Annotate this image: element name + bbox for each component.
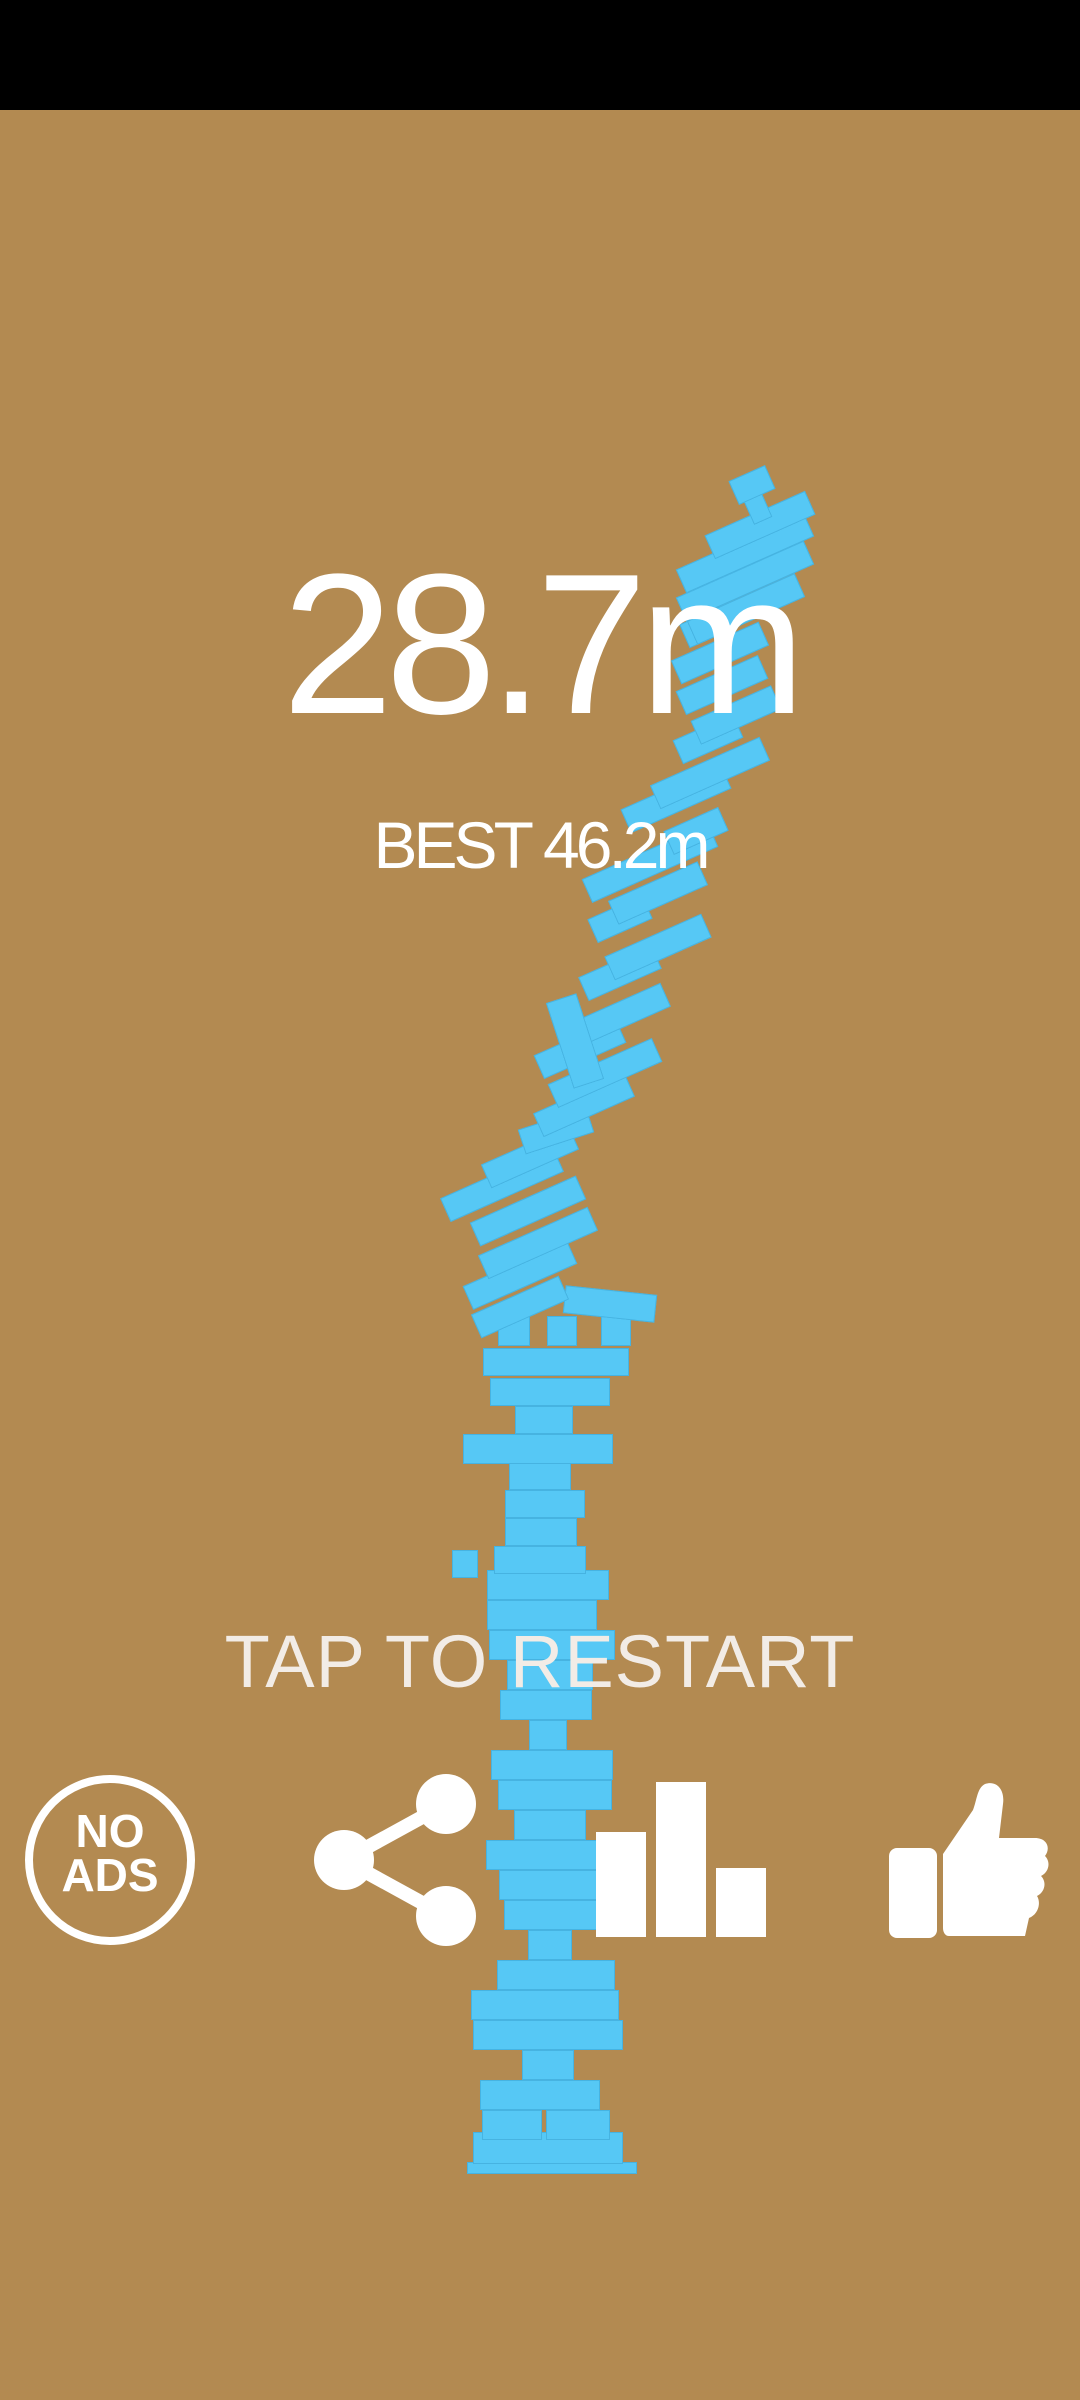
tower-block (452, 1550, 478, 1578)
tower-block (473, 2020, 623, 2050)
tower-block (480, 2080, 600, 2110)
block-tower (0, 0, 1080, 2400)
tower-block (522, 2050, 574, 2080)
current-height-score: 28.7m (282, 533, 806, 756)
tower-block (491, 1750, 613, 1780)
tower-block (494, 1546, 586, 1574)
no-ads-button[interactable]: NO ADS (25, 1775, 195, 1945)
tower-block (483, 1348, 629, 1376)
no-ads-label-line1: NO (75, 1805, 145, 1857)
tower-block (547, 1316, 577, 1346)
tower-block (546, 2110, 610, 2140)
tower-block (505, 1490, 585, 1518)
bar-chart-icon (596, 1782, 766, 1937)
tower-block (471, 1990, 619, 2020)
tower-block (482, 2110, 542, 2140)
tower-block (490, 1378, 610, 1406)
leaderboard-button[interactable] (592, 1780, 772, 1940)
tower-block (515, 1406, 573, 1434)
thumbs-up-icon (889, 1783, 1049, 1938)
tap-to-restart-prompt[interactable]: TAP TO RESTART (0, 1625, 1080, 1699)
like-button[interactable] (885, 1780, 1050, 1940)
share-icon (314, 1774, 476, 1946)
tower-block (505, 1518, 577, 1546)
share-button[interactable] (310, 1770, 480, 1950)
tower-block (528, 1930, 572, 1960)
no-ads-label-line2: ADS (61, 1849, 159, 1901)
tower-block (497, 1960, 615, 1990)
tower-block (509, 1462, 571, 1490)
tower-block (529, 1720, 567, 1750)
tower-block (463, 1434, 613, 1464)
tower-block (504, 1900, 600, 1930)
tower-block (487, 1570, 609, 1600)
tower-block (728, 464, 776, 506)
best-height-score: BEST 46.2m (373, 808, 711, 882)
tower-block (514, 1810, 586, 1840)
tower-block (601, 1316, 631, 1346)
game-screen[interactable]: 28.7m BEST 46.2m TAP TO RESTART NO ADS (0, 0, 1080, 2400)
